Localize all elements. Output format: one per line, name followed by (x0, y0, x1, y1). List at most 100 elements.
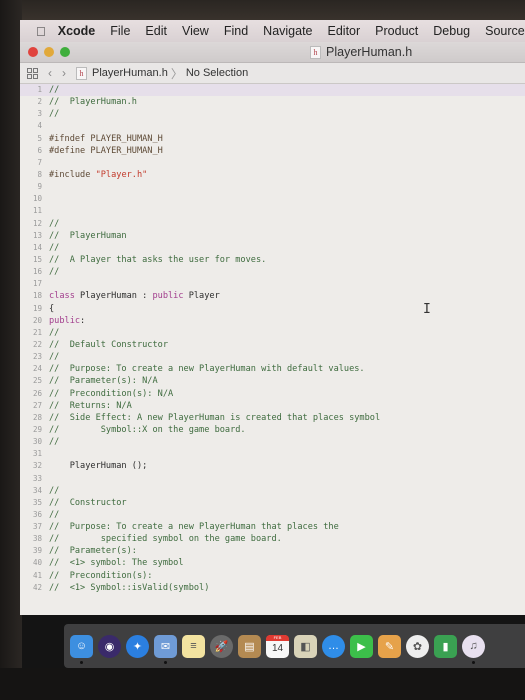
line-number[interactable]: 37 (20, 521, 42, 533)
line-number[interactable]: 34 (20, 485, 42, 497)
dock-photos-icon[interactable]: ✿ (406, 634, 429, 658)
back-button[interactable]: ‹ (48, 66, 52, 80)
code-line[interactable]: 38 // specified symbol on the game board. (20, 533, 525, 545)
breadcrumb-selection[interactable]: No Selection (186, 67, 248, 79)
line-number[interactable]: 22 (20, 339, 42, 351)
line-number[interactable]: 2 (20, 96, 42, 108)
code-line[interactable]: 40 // <1> symbol: The symbol (20, 557, 525, 569)
menu-source[interactable]: Source (485, 24, 525, 38)
code-line[interactable]: 31 (20, 448, 525, 460)
code-line[interactable]: 19 { (20, 303, 525, 315)
code-line[interactable]: 4 (20, 120, 525, 132)
line-number[interactable]: 1 (20, 84, 42, 96)
line-number[interactable]: 13 (20, 230, 42, 242)
line-number[interactable]: 30 (20, 436, 42, 448)
code-line[interactable]: 7 (20, 157, 525, 169)
menu-xcode[interactable]: Xcode (58, 24, 96, 38)
dock-notes-icon[interactable]: ≡ (182, 634, 205, 658)
dock-pages-icon[interactable]: ✎ (378, 634, 401, 658)
dock-numbers-icon[interactable]: ▮ (434, 634, 457, 658)
code-line[interactable]: 26 // Precondition(s): N/A (20, 388, 525, 400)
code-editor[interactable]: 1 // 2 // PlayerHuman.h 3 // 4 5 #ifndef PLAYER_… (20, 84, 525, 615)
line-number[interactable]: 19 (20, 303, 42, 315)
code-line[interactable]: 42 // <1> Symbol::isValid(symbol) (20, 582, 525, 594)
code-line[interactable]: 5 #ifndef PLAYER_HUMAN_H (20, 133, 525, 145)
code-line[interactable]: 15 // A Player that asks the user for mov… (20, 254, 525, 266)
menu-file[interactable]: File (110, 24, 130, 38)
breadcrumb-file[interactable]: PlayerHuman.h (92, 67, 168, 79)
dock-safari-icon[interactable]: ✦ (126, 634, 149, 658)
line-number[interactable]: 17 (20, 278, 42, 290)
forward-button[interactable]: › (62, 66, 66, 80)
line-number[interactable]: 12 (20, 218, 42, 230)
line-number[interactable]: 38 (20, 533, 42, 545)
menu-debug[interactable]: Debug (433, 24, 470, 38)
line-number[interactable]: 5 (20, 133, 42, 145)
line-number[interactable]: 39 (20, 545, 42, 557)
menu-edit[interactable]: Edit (145, 24, 167, 38)
line-number[interactable]: 25 (20, 375, 42, 387)
code-line[interactable]: 24 // Purpose: To create a new PlayerHuma… (20, 363, 525, 375)
line-number[interactable]: 3 (20, 108, 42, 120)
line-number[interactable]: 23 (20, 351, 42, 363)
line-number[interactable]: 27 (20, 400, 42, 412)
line-number[interactable]: 41 (20, 570, 42, 582)
dock-itunes-icon[interactable]: ♫ (462, 634, 485, 664)
code-line[interactable]: 22 // Default Constructor (20, 339, 525, 351)
code-line[interactable]: 18 class PlayerHuman : public Player (20, 290, 525, 302)
code-line[interactable]: 6 #define PLAYER_HUMAN_H (20, 145, 525, 157)
close-button[interactable] (28, 47, 38, 57)
minimize-button[interactable] (44, 47, 54, 57)
menu-find[interactable]: Find (224, 24, 248, 38)
line-number[interactable]: 28 (20, 412, 42, 424)
code-line[interactable]: 2 // PlayerHuman.h (20, 96, 525, 108)
code-line[interactable]: 33 (20, 473, 525, 485)
dock-facetime-icon[interactable]: ▶ (350, 634, 373, 658)
line-number[interactable]: 18 (20, 290, 42, 302)
line-number[interactable]: 31 (20, 448, 42, 460)
line-number[interactable]: 33 (20, 473, 42, 485)
code-line[interactable]: 23 // (20, 351, 525, 363)
menu-navigate[interactable]: Navigate (263, 24, 312, 38)
dock-calendar-icon[interactable]: FEB 14 (266, 634, 289, 658)
code-line[interactable]: 30 // (20, 436, 525, 448)
menu-product[interactable]: Product (375, 24, 418, 38)
code-line[interactable]: 16 // (20, 266, 525, 278)
related-items-icon[interactable] (27, 67, 38, 79)
code-line[interactable]: 1 // (20, 84, 525, 97)
code-line[interactable]: 32 PlayerHuman (); (20, 460, 525, 472)
code-line[interactable]: 29 // Symbol::X on the game board. (20, 424, 525, 436)
code-line[interactable]: 35 // Constructor (20, 497, 525, 509)
dock-preview-icon[interactable]: ◧ (294, 634, 317, 658)
line-number[interactable]: 20 (20, 315, 42, 327)
menu-editor[interactable]: Editor (328, 24, 361, 38)
line-number[interactable]: 24 (20, 363, 42, 375)
code-line[interactable]: 36 // (20, 509, 525, 521)
apple-icon[interactable]:  (36, 24, 46, 39)
dock-siri-icon[interactable]: ◉ (98, 634, 121, 658)
code-line[interactable]: 25 // Parameter(s): N/A (20, 375, 525, 387)
code-line[interactable]: 13 // PlayerHuman (20, 230, 525, 242)
menu-view[interactable]: View (182, 24, 209, 38)
line-number[interactable]: 14 (20, 242, 42, 254)
dock-messages-icon[interactable]: … (322, 634, 345, 658)
code-line[interactable]: 20 public: (20, 315, 525, 327)
line-number[interactable]: 8 (20, 169, 42, 181)
code-line[interactable]: 3 // (20, 108, 525, 120)
line-number[interactable]: 36 (20, 509, 42, 521)
line-number[interactable]: 16 (20, 266, 42, 278)
code-line[interactable]: 41 // Precondition(s): (20, 570, 525, 582)
line-number[interactable]: 26 (20, 388, 42, 400)
line-number[interactable]: 29 (20, 424, 42, 436)
code-line[interactable]: 21 // (20, 327, 525, 339)
line-number[interactable]: 40 (20, 557, 42, 569)
code-line[interactable]: 9 (20, 181, 525, 193)
dock-mail-icon[interactable]: ✉ (154, 634, 177, 664)
code-line[interactable]: 28 // Side Effect: A new PlayerHuman is c… (20, 412, 525, 424)
code-line[interactable]: 11 (20, 205, 525, 217)
line-number[interactable]: 7 (20, 157, 42, 169)
code-line[interactable]: 14 // (20, 242, 525, 254)
code-line[interactable]: 39 // Parameter(s): (20, 545, 525, 557)
code-line[interactable]: 10 (20, 193, 525, 205)
line-number[interactable]: 35 (20, 497, 42, 509)
